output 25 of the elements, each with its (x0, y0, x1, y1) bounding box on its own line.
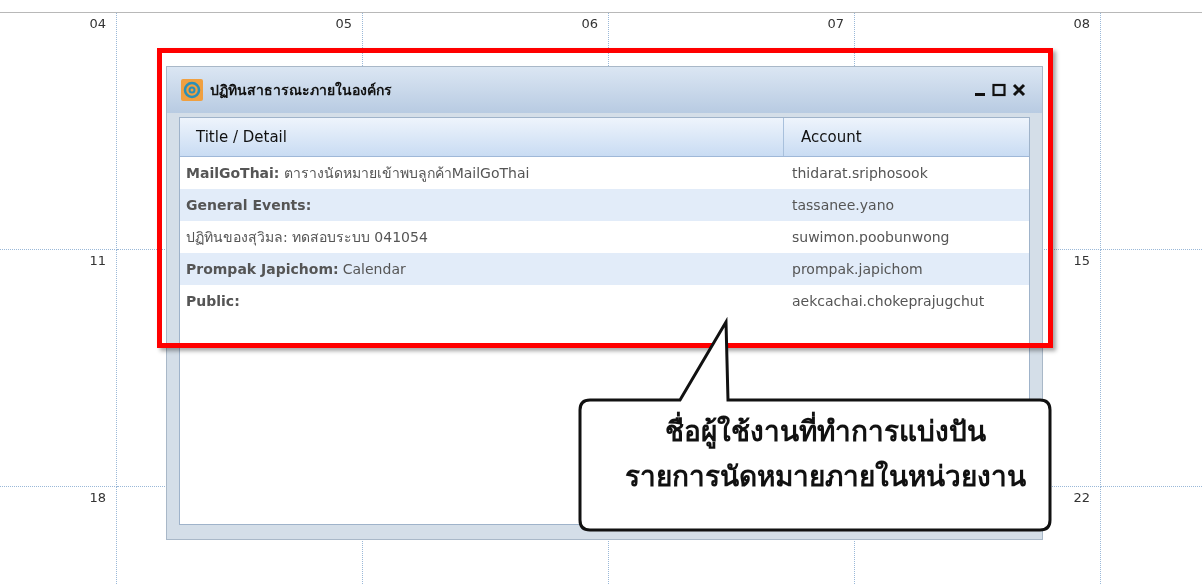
close-icon[interactable] (1012, 83, 1026, 97)
day-number: 04 (89, 16, 106, 31)
day-number: 22 (1073, 490, 1090, 505)
account-cell-text: tassanee.yano (791, 197, 896, 213)
day-number: 05 (335, 16, 352, 31)
column-header[interactable]: Title / Detail (180, 118, 784, 156)
day-number: 11 (89, 253, 106, 268)
title-cell-text: ปฏิทินของสุวิมล: ทดสอบระบบ 041054 (185, 228, 429, 248)
title-cell-text: Prompak Japichom: Calendar (185, 261, 407, 277)
title-cell-text: MailGoThai: ตารางนัดหมายเข้าพบลูกค้าMailGoThai (185, 164, 531, 184)
account-cell-text: thidarat.sriphosook (791, 165, 929, 181)
title-cell-text: General Events: (185, 197, 313, 213)
account-cell-text: suwimon.poobunwong (791, 229, 951, 245)
callout-text: ชื่อผู้ใช้งานที่ทำการแบ่งปัน รายการนัดหมายภายในหน่วยงาน (580, 410, 1070, 500)
column-header[interactable]: Account (784, 118, 1029, 156)
day-number: 15 (1073, 253, 1090, 268)
day-number: 07 (827, 16, 844, 31)
maximize-icon[interactable] (992, 83, 1006, 97)
day-number: 08 (1073, 16, 1090, 31)
account-cell-text: prompak.japichom (791, 261, 924, 277)
day-number: 06 (581, 16, 598, 31)
account-cell-text: aekcachai.chokeprajugchut (791, 293, 986, 309)
window-title: ปฏิทินสาธารณะภายในองค์กร (210, 80, 392, 101)
title-cell-text: Public: (185, 293, 241, 309)
day-number: 18 (89, 490, 106, 505)
